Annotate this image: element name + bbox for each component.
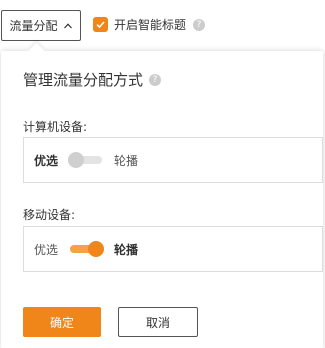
panel-pointer [28, 42, 45, 59]
question-icon[interactable]: ? [149, 73, 162, 86]
smart-title-group: 开启智能标题 ? [93, 16, 206, 33]
toggle-knob [68, 152, 85, 168]
question-icon[interactable]: ? [193, 18, 206, 31]
chevron-up-icon [63, 22, 72, 28]
traffic-allocation-label: 流量分配 [9, 19, 58, 33]
computer-option-rotate[interactable]: 轮播 [114, 152, 138, 169]
toggle-knob [88, 241, 105, 257]
panel-header: 管理流量分配方式 ? [23, 69, 162, 90]
traffic-allocation-dropdown[interactable]: 流量分配 [1, 10, 81, 41]
cancel-button[interactable]: 取消 [118, 307, 198, 337]
mobile-device-option: 优选 轮播 [23, 226, 323, 272]
computer-device-label: 计算机设备: [23, 120, 88, 134]
checkmark-icon [96, 21, 105, 29]
mobile-option-preferred[interactable]: 优选 [34, 241, 58, 258]
smart-title-checkbox[interactable] [93, 17, 108, 32]
smart-title-label[interactable]: 开启智能标题 [114, 16, 186, 33]
mobile-device-label: 移动设备: [23, 208, 76, 222]
mobile-option-rotate[interactable]: 轮播 [114, 241, 138, 258]
computer-device-option: 优选 轮播 [23, 137, 323, 183]
traffic-allocation-panel: 管理流量分配方式 ? 计算机设备: 优选 轮播 移动设备: 优选 轮播 确定 取… [1, 42, 323, 348]
confirm-button[interactable]: 确定 [23, 307, 101, 337]
panel-title: 管理流量分配方式 [23, 71, 144, 89]
computer-mode-toggle[interactable] [68, 152, 104, 168]
mobile-mode-toggle[interactable] [68, 241, 105, 257]
computer-option-preferred[interactable]: 优选 [34, 152, 58, 169]
